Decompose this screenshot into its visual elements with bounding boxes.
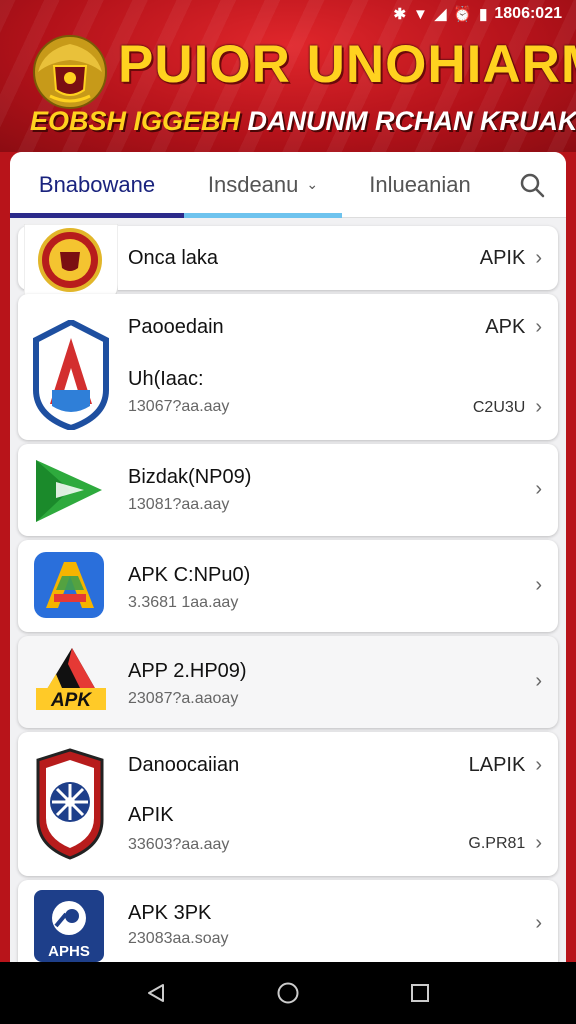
chevron-right-icon: › bbox=[535, 247, 542, 269]
home-button[interactable] bbox=[268, 973, 308, 1013]
alarm-icon: ⏰ bbox=[453, 6, 473, 23]
status-time: 1806:021 bbox=[494, 5, 562, 22]
search-button[interactable] bbox=[498, 152, 566, 218]
app-name: APP 2.HP09) bbox=[128, 660, 247, 682]
app-action: › bbox=[535, 574, 542, 597]
wifi-icon: ▼ bbox=[413, 5, 428, 23]
battery-icon: ▮ bbox=[479, 6, 488, 23]
status-bar: ✱ ▼ ◢ ⏰ ▮ 1806:021 bbox=[393, 5, 562, 23]
green-arrow-app-icon bbox=[36, 460, 102, 522]
app-size: 23083aa.soay bbox=[128, 930, 229, 947]
emblem-app-icon bbox=[24, 224, 118, 303]
app-action-secondary: G.PR81 › bbox=[468, 832, 542, 855]
app-name: Paooedain bbox=[128, 316, 224, 338]
list-item[interactable]: APK C:NPu0) 3.3681 1aa.aay › bbox=[18, 540, 558, 632]
app-action: APK › bbox=[485, 316, 542, 339]
app-right-label: LAPIK bbox=[468, 754, 526, 776]
tab-third[interactable]: Inlueanian bbox=[342, 152, 498, 218]
app-right-label: APK bbox=[485, 316, 526, 338]
banner-subtitle: EOBSH IGGEBH DANUNM RCHAN KRUAK EE APS bbox=[30, 106, 576, 137]
back-triangle-icon bbox=[148, 984, 164, 1002]
app-subtitle: APIK bbox=[128, 804, 174, 826]
system-nav-bar bbox=[0, 962, 576, 1024]
tab-dropdown[interactable]: Insdeanu ⌄ bbox=[184, 152, 342, 218]
app-name: Danoocaiian bbox=[128, 754, 240, 776]
tab-accent-indicator bbox=[184, 213, 342, 218]
app-action-secondary: C2U3U › bbox=[473, 396, 542, 419]
list-item[interactable]: APK APP 2.HP09) 23087?a.aaoay › bbox=[18, 636, 558, 728]
back-button[interactable] bbox=[136, 973, 176, 1013]
app-list-panel: Bnabowane Insdeanu ⌄ Inlueanian Onca lak… bbox=[10, 152, 566, 972]
app-right-label: G.PR81 bbox=[468, 834, 526, 852]
tab-bar: Bnabowane Insdeanu ⌄ Inlueanian bbox=[10, 152, 566, 218]
chevron-right-icon: › bbox=[535, 912, 542, 934]
chevron-right-icon: › bbox=[535, 316, 542, 338]
banner-title: PUIOR UNOHIARM bbox=[118, 35, 576, 94]
list-item[interactable]: Bizdak(NP09) 13081?aa.aay › bbox=[18, 444, 558, 536]
tab-first[interactable]: Bnabowane bbox=[10, 152, 184, 218]
list-item[interactable]: Danoocaiian APIK 33603?aa.aay LAPIK › G.… bbox=[18, 732, 558, 876]
app-subtitle: Uh(Iaac: bbox=[128, 368, 204, 390]
app-right-label: APIK bbox=[479, 247, 526, 269]
recents-button[interactable] bbox=[400, 973, 440, 1013]
app-right-label: C2U3U bbox=[472, 398, 526, 416]
garuda-emblem-icon bbox=[33, 35, 107, 109]
chevron-down-icon: ⌄ bbox=[306, 176, 319, 192]
app-action: › bbox=[535, 670, 542, 693]
list-item[interactable]: Paooedain Uh(Iaac: 13067?aa.aay APK › C2… bbox=[18, 294, 558, 440]
app-action: LAPIK › bbox=[469, 754, 542, 777]
chevron-right-icon: › bbox=[535, 670, 542, 692]
app-name: APK 3PK bbox=[128, 902, 212, 924]
bluetooth-icon: ✱ bbox=[393, 6, 407, 23]
banner-subtitle-rest: DANUNM RCHAN KRUAK EE APS bbox=[247, 106, 576, 136]
chevron-right-icon: › bbox=[535, 754, 542, 776]
app-size: 3.3681 1aa.aay bbox=[128, 594, 239, 611]
chevron-right-icon: › bbox=[535, 574, 542, 596]
app-size: 33603?aa.aay bbox=[128, 836, 230, 853]
app-name: Bizdak(NP09) bbox=[128, 466, 252, 488]
crest-app-icon bbox=[36, 748, 104, 860]
apk-badge-app-icon: APK bbox=[36, 648, 106, 711]
home-circle-icon bbox=[277, 982, 299, 1004]
app-size: 13067?aa.aay bbox=[128, 398, 230, 415]
app-name: APK C:NPu0) bbox=[128, 564, 251, 586]
app-action: › bbox=[535, 478, 542, 501]
banner-subtitle-lead: EOBSH IGGEBH bbox=[30, 106, 241, 136]
apk-badge-text: APK bbox=[50, 690, 92, 711]
aphs-app-icon: APHS bbox=[34, 890, 104, 962]
tab-label: Bnabowane bbox=[38, 171, 156, 197]
app-size: 13081?aa.aay bbox=[128, 496, 230, 513]
list-item[interactable]: APHS APK 3PK 23083aa.soay › bbox=[18, 880, 558, 972]
app-action: › bbox=[535, 912, 542, 935]
chevron-right-icon: › bbox=[535, 396, 542, 418]
shield-a-app-icon bbox=[33, 320, 109, 430]
chevron-right-icon: › bbox=[535, 478, 542, 500]
signal-icon: ◢ bbox=[434, 6, 447, 23]
blue-ar-app-icon bbox=[34, 552, 104, 618]
tab-label: Insdeanu bbox=[207, 171, 299, 197]
header-banner: ✱ ▼ ◢ ⏰ ▮ 1806:021 PUIOR UNOHIARM EOBSH … bbox=[0, 0, 576, 152]
list-item[interactable]: Onca laka APIK › bbox=[18, 224, 558, 303]
app-action: APIK › bbox=[480, 247, 542, 270]
tab-active-indicator bbox=[10, 213, 184, 218]
search-icon bbox=[520, 173, 545, 197]
app-icon-text: APHS bbox=[48, 943, 90, 960]
recents-square-icon bbox=[411, 984, 429, 1002]
app-name: Onca laka bbox=[128, 247, 219, 269]
tab-label: Inlueanian bbox=[369, 171, 471, 197]
chevron-right-icon: › bbox=[535, 832, 542, 854]
app-list: Onca laka APIK › Paooedain Uh(Iaac: 1306… bbox=[10, 218, 566, 972]
app-size: 23087?a.aaoay bbox=[128, 690, 239, 707]
